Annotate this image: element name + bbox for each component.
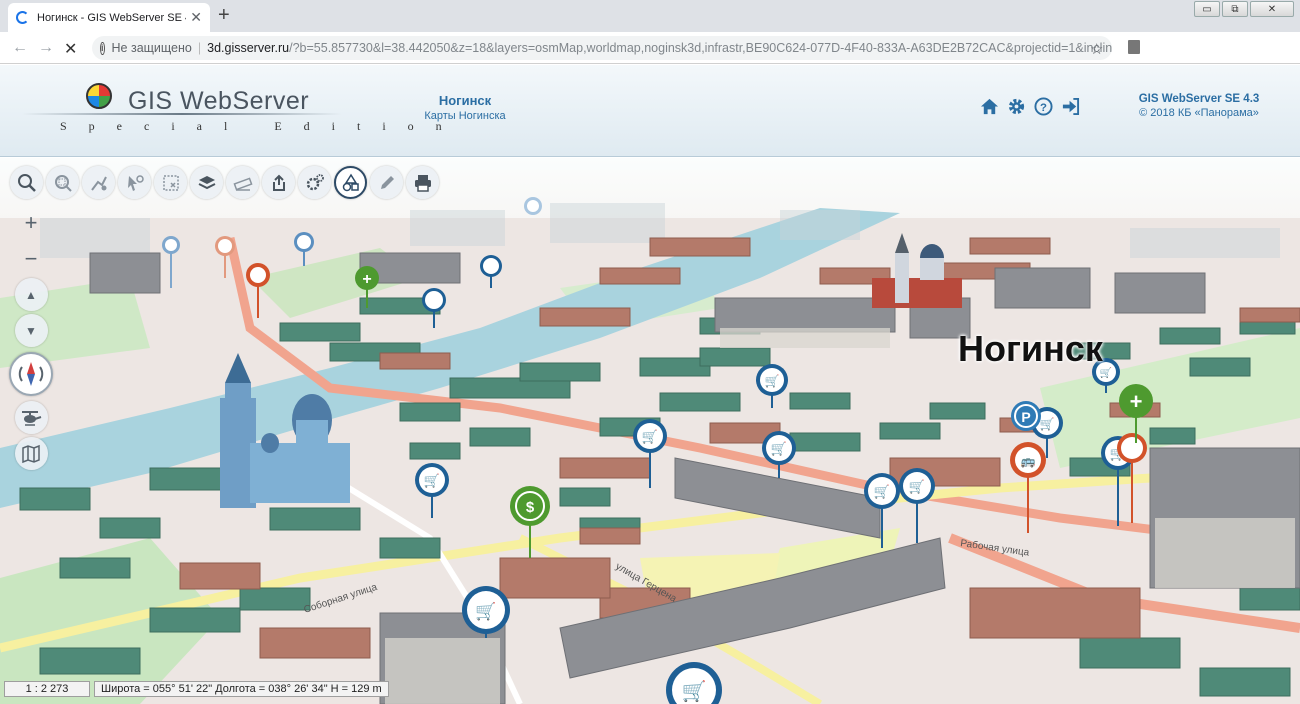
minimize-button[interactable]: ▭ (1194, 1, 1220, 17)
copyright-text: © 2018 КБ «Панорама» (1139, 107, 1259, 119)
address-bar[interactable]: i Не защищено | 3d.gisserver.ru /?b=55.8… (92, 36, 1112, 60)
layers-icon[interactable] (190, 166, 223, 199)
settings-icon[interactable] (1007, 97, 1026, 116)
logo-divider (22, 113, 342, 115)
svg-text:🛒: 🛒 (771, 441, 787, 456)
svg-text:🛒: 🛒 (424, 473, 440, 488)
url-host: 3d.gisserver.ru (207, 41, 290, 55)
help-icon[interactable]: ? (1034, 97, 1053, 116)
shop-pin[interactable] (524, 197, 542, 215)
map-side-controls: + − ▲ ▼ (9, 206, 53, 470)
svg-text:$: $ (526, 499, 535, 516)
svg-text:🛒: 🛒 (765, 374, 780, 388)
export-icon[interactable] (262, 166, 295, 199)
select-rect-icon[interactable] (154, 166, 187, 199)
tab-title: Ногинск - GIS WebServer SE 4.3 (37, 11, 187, 24)
security-label: Не защищено (111, 41, 192, 55)
close-tab-icon[interactable]: ✕ (190, 9, 202, 26)
compass-icon[interactable] (9, 352, 53, 396)
svg-text:🛒: 🛒 (874, 484, 890, 499)
zoom-out-button[interactable]: − (15, 242, 48, 275)
separator: | (197, 41, 202, 55)
url-path: /?b=55.857730&l=38.442050&z=18&layers=os… (289, 41, 1112, 55)
restore-button[interactable]: ⧉ (1222, 1, 1248, 17)
zoom-in-button[interactable]: + (15, 206, 48, 239)
svg-text:🛒: 🛒 (1040, 417, 1055, 431)
map-icon[interactable] (14, 437, 48, 470)
search-icon[interactable] (10, 166, 43, 199)
helicopter-icon[interactable] (14, 401, 48, 434)
map-toolbar (10, 166, 439, 199)
coordinates-readout: Широта = 055° 51' 22" Долгота = 038° 26'… (94, 681, 389, 697)
tilt-down-button[interactable]: ▼ (14, 314, 48, 347)
zoom-area-icon[interactable] (46, 166, 79, 199)
city-label: Ногинск (958, 328, 1103, 369)
header-icons: ? (980, 97, 1080, 116)
svg-text:🛒: 🛒 (909, 479, 925, 494)
close-window-button[interactable]: ✕ (1250, 1, 1294, 17)
logo-globe-icon (86, 83, 112, 109)
browser-tab[interactable]: Ногинск - GIS WebServer SE 4.3 ✕ (8, 3, 210, 32)
back-icon[interactable]: ← (12, 39, 28, 57)
project-subtitle: Карты Ногинска (424, 110, 506, 122)
new-tab-button[interactable]: + (218, 4, 230, 27)
info-icon[interactable]: i (100, 41, 105, 55)
browser-toolbar: ← → ✕ i Не защищено | 3d.gisserver.ru /?… (0, 32, 1300, 64)
svg-text:+: + (1130, 389, 1143, 414)
window-controls: ▭ ⧉ ✕ (1194, 1, 1294, 17)
forward-icon[interactable]: → (38, 39, 54, 57)
edit-icon[interactable] (370, 166, 403, 199)
object-select-icon[interactable] (118, 166, 151, 199)
settings-icon[interactable] (298, 166, 331, 199)
svg-text:🚌: 🚌 (1021, 454, 1036, 468)
home-icon[interactable] (980, 97, 999, 116)
stop-loading-icon[interactable]: ✕ (64, 39, 77, 59)
project-title: Ногинск (438, 93, 492, 108)
print-icon[interactable] (406, 166, 439, 199)
map-3d-view[interactable]: Соборная улица Рабочая улица улица Герце… (0, 158, 1300, 704)
svg-text:?: ? (1040, 102, 1047, 114)
extension-icon[interactable] (1128, 40, 1140, 54)
browser-tabstrip: Ногинск - GIS WebServer SE 4.3 ✕ + ▭ ⧉ ✕ (0, 0, 1300, 32)
version-title: GIS WebServer SE 4.3 (1138, 93, 1260, 105)
svg-text:P: P (1021, 409, 1030, 425)
svg-text:🛒: 🛒 (682, 679, 707, 703)
logout-icon[interactable] (1061, 97, 1080, 116)
loading-icon (16, 11, 29, 24)
tilt-up-button[interactable]: ▲ (14, 278, 48, 311)
svg-text:+: + (362, 271, 371, 288)
bookmark-star-icon[interactable]: ☆ (1090, 40, 1103, 58)
measure-icon[interactable] (226, 166, 259, 199)
svg-text:🛒: 🛒 (475, 601, 496, 621)
shapes-icon[interactable] (334, 166, 367, 199)
parking-pin[interactable]: P (1011, 401, 1041, 431)
svg-text:🛒: 🛒 (642, 429, 658, 444)
map-status-bar: 1 : 2 273 Широта = 055° 51' 22" Долгота … (4, 681, 389, 697)
scale-readout: 1 : 2 273 (4, 681, 90, 697)
map-canvas[interactable]: Соборная улица Рабочая улица улица Герце… (0, 158, 1300, 704)
app-header: GIS WebServer Special Edition Ногинск Ка… (0, 65, 1300, 157)
logo-title: GIS WebServer (128, 87, 310, 115)
route-icon[interactable] (82, 166, 115, 199)
